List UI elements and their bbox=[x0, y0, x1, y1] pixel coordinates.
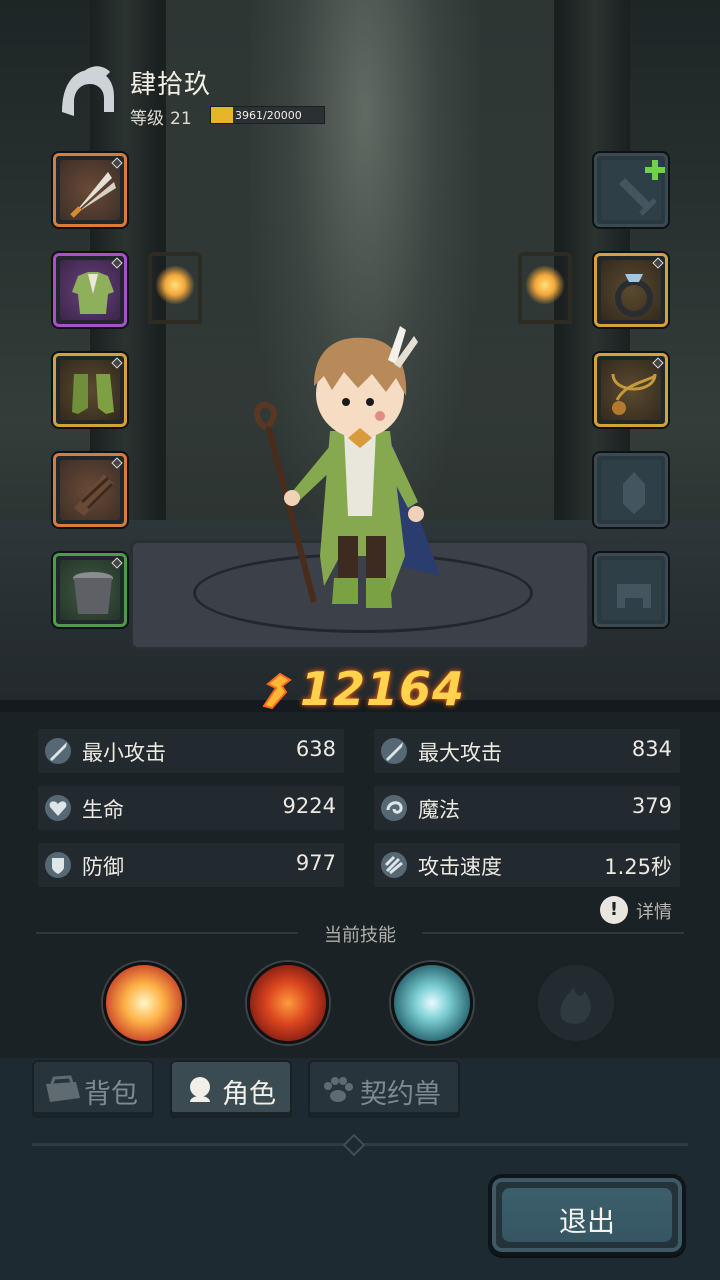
paw-icon bbox=[324, 1077, 353, 1102]
tab-character[interactable]: 角色 bbox=[170, 1060, 292, 1118]
hero-character bbox=[240, 316, 460, 616]
equip-slot-cloak[interactable] bbox=[53, 553, 127, 627]
robe-armor-icon bbox=[72, 272, 114, 314]
skills-title: 当前技能 bbox=[324, 925, 396, 946]
xp-bar: 3961/20000 bbox=[210, 106, 325, 124]
boots-icon bbox=[72, 374, 114, 414]
stat-max-attack: 最大攻击 834 bbox=[374, 729, 680, 773]
bracer-icon bbox=[74, 474, 114, 516]
stat-label: 最大攻击 bbox=[418, 741, 502, 765]
stat-label: 魔法 bbox=[418, 798, 460, 822]
tab-label: 角色 bbox=[222, 1079, 276, 1110]
stat-magic: 魔法 379 bbox=[374, 786, 680, 830]
combat-power: 12164 bbox=[0, 660, 720, 720]
exit-button[interactable]: 退出 bbox=[488, 1174, 686, 1256]
stat-label: 生命 bbox=[82, 798, 124, 822]
skill-fire-vortex-icon[interactable] bbox=[247, 962, 329, 1044]
necklace-icon bbox=[611, 373, 657, 415]
tab-bag[interactable]: 背包 bbox=[32, 1060, 154, 1118]
stat-value: 834 bbox=[631, 737, 672, 761]
equip-slot-mount-empty[interactable] bbox=[594, 553, 668, 627]
skill-explosion-icon[interactable] bbox=[103, 962, 185, 1044]
stat-value: 977 bbox=[295, 851, 336, 875]
equip-slot-bracers[interactable] bbox=[53, 453, 127, 527]
equip-slot-armor[interactable] bbox=[53, 253, 127, 327]
sword-icon bbox=[45, 738, 71, 764]
equip-slot-ring[interactable] bbox=[594, 253, 668, 327]
xp-text: 3961/20000 bbox=[235, 109, 302, 122]
stat-label: 最小攻击 bbox=[82, 741, 166, 765]
stat-value: 1.25秒 bbox=[604, 855, 672, 879]
power-value: 12164 bbox=[300, 662, 466, 716]
feather-quill-icon bbox=[70, 172, 116, 218]
stat-hp: 生命 9224 bbox=[38, 786, 344, 830]
tab-label: 背包 bbox=[84, 1079, 138, 1110]
right-torch-icon bbox=[525, 265, 565, 305]
shield-icon bbox=[45, 852, 71, 878]
swirl-magic-icon bbox=[381, 795, 407, 821]
sword-icon bbox=[381, 738, 407, 764]
stat-label: 防御 bbox=[82, 855, 124, 879]
cloak-icon bbox=[73, 572, 113, 614]
stat-value: 638 bbox=[295, 737, 336, 761]
mount-placeholder-icon bbox=[617, 584, 651, 608]
stat-label: 攻击速度 bbox=[418, 855, 502, 879]
stat-value: 379 bbox=[631, 794, 672, 818]
head-silhouette-icon bbox=[190, 1077, 210, 1102]
level-label: 等级 21 bbox=[130, 104, 192, 129]
left-torch-icon bbox=[155, 265, 195, 305]
skill-frost-burst-icon[interactable] bbox=[391, 962, 473, 1044]
stat-value: 9224 bbox=[282, 794, 336, 818]
equip-slot-boots[interactable] bbox=[53, 353, 127, 427]
equip-slot-amulet-empty[interactable] bbox=[594, 453, 668, 527]
player-name: 肆拾玖 bbox=[130, 70, 212, 100]
level-number: 21 bbox=[170, 109, 192, 129]
tab-label: 契约兽 bbox=[360, 1079, 441, 1110]
skill-locked-icon[interactable] bbox=[535, 962, 617, 1044]
heart-icon bbox=[45, 795, 71, 821]
stat-min-attack: 最小攻击 638 bbox=[38, 729, 344, 773]
exit-label: 退出 bbox=[558, 1205, 615, 1238]
bag-icon bbox=[46, 1075, 80, 1102]
tab-pets[interactable]: 契约兽 bbox=[308, 1060, 460, 1118]
exclamation-icon: ! bbox=[600, 896, 628, 924]
level-prefix: 等级 bbox=[130, 109, 164, 129]
equip-slot-necklace[interactable] bbox=[594, 353, 668, 427]
ring-icon bbox=[615, 274, 653, 317]
helmet-avatar-icon[interactable] bbox=[56, 62, 118, 124]
speed-icon bbox=[381, 852, 407, 878]
equip-slot-offhand-empty[interactable] bbox=[594, 153, 668, 227]
stat-defense: 防御 977 bbox=[38, 843, 344, 887]
stat-attack-speed: 攻击速度 1.25秒 bbox=[374, 843, 680, 887]
equip-slot-weapon[interactable] bbox=[53, 153, 127, 227]
lantern-placeholder-icon bbox=[623, 472, 645, 514]
add-plus-icon bbox=[645, 160, 665, 180]
power-fist-icon bbox=[262, 672, 292, 710]
xp-fill bbox=[211, 107, 234, 123]
